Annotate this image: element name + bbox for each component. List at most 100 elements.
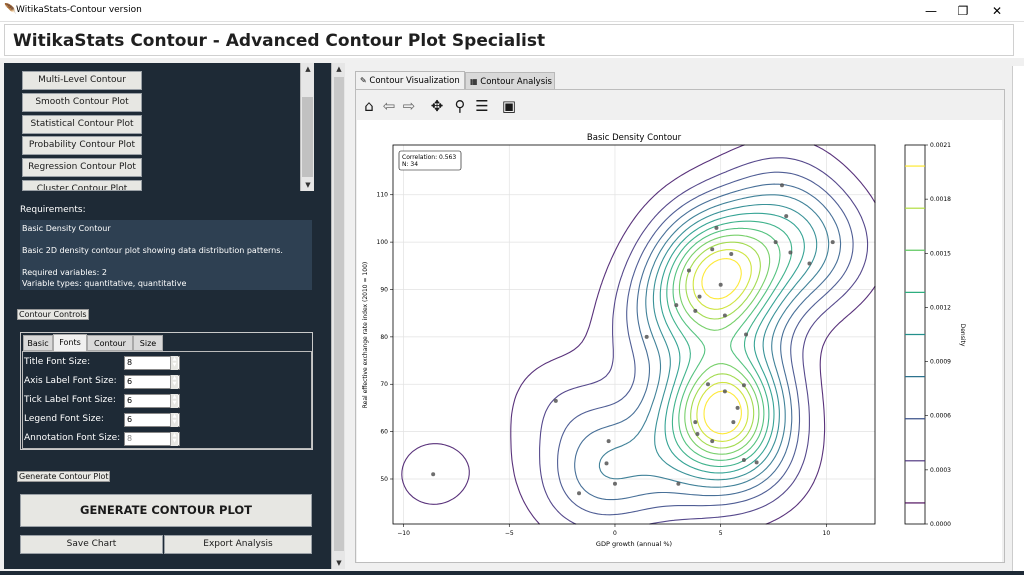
- minimize-button[interactable]: —: [916, 2, 946, 20]
- data-point: [830, 240, 835, 245]
- app-header: WitikaStats Contour - Advanced Contour P…: [4, 24, 1014, 56]
- data-point: [722, 389, 727, 394]
- scroll-thumb[interactable]: [334, 77, 344, 551]
- chart-title: Basic Density Contour: [587, 133, 682, 143]
- spin-arrows-icon[interactable]: ▲ ▼: [170, 413, 178, 427]
- y-tick-label: 90: [380, 286, 388, 293]
- tab-fonts[interactable]: Fonts: [53, 334, 87, 352]
- home-icon[interactable]: ⌂: [360, 97, 378, 115]
- requirement-var-types: Variable types: quantitative, quantitati…: [22, 279, 187, 288]
- data-point: [754, 460, 759, 465]
- back-icon[interactable]: ⇦: [380, 97, 398, 115]
- data-point: [744, 332, 749, 337]
- data-point: [714, 225, 719, 230]
- adjacent-window-edge: [1012, 66, 1024, 575]
- forward-icon[interactable]: ⇨: [400, 97, 418, 115]
- fonts-settings-frame: Title Font Size: 8 ▲ ▼ Axis Label Font Si…: [22, 351, 312, 449]
- data-point: [788, 250, 793, 255]
- pan-icon[interactable]: ✥: [428, 97, 446, 115]
- scroll-thumb[interactable]: [302, 97, 313, 177]
- data-point: [718, 282, 723, 287]
- scroll-up-icon[interactable]: ▲: [332, 63, 346, 75]
- data-point: [553, 398, 558, 403]
- colorbar: 0.0000 0.0003 0.0006 0.0009 0.0012 0.0015 0.00…: [904, 142, 951, 528]
- data-point: [710, 439, 715, 444]
- scroll-down-icon[interactable]: ▼: [301, 179, 315, 191]
- feather-app-icon: 🪶: [4, 4, 17, 15]
- save-icon[interactable]: ▣: [500, 97, 518, 115]
- data-point: [676, 481, 681, 486]
- analysis-tab-icon: ▦: [470, 77, 478, 86]
- plot-type-regression[interactable]: Regression Contour Plot: [22, 158, 142, 177]
- plot-frame: [392, 144, 876, 525]
- contour-chart: Basic Density Contour −10 −5 0 5 10 50 60 70 80 9…: [362, 133, 966, 548]
- data-point: [577, 491, 582, 496]
- data-point: [735, 405, 740, 410]
- data-points: [431, 183, 835, 496]
- data-point: [722, 313, 727, 318]
- y-tick-label: 110: [377, 192, 389, 199]
- colorbar-tick-label: 0.0006: [930, 413, 951, 420]
- data-point: [644, 334, 649, 339]
- font-setting-row: Title Font Size: 8 ▲ ▼: [24, 355, 310, 374]
- data-point: [604, 461, 609, 466]
- scroll-up-icon[interactable]: ▲: [301, 63, 315, 75]
- plot-type-probability[interactable]: Probability Contour Plot: [22, 136, 142, 155]
- contour-controls-notebook: Basic Fonts Contour Size Title Font Size…: [20, 332, 313, 450]
- grid-lines: [393, 145, 875, 524]
- scroll-down-icon[interactable]: ▼: [332, 557, 346, 569]
- save-chart-button[interactable]: Save Chart: [20, 535, 163, 554]
- plot-type-statistical[interactable]: Statistical Contour Plot: [22, 115, 142, 134]
- font-setting-row: Tick Label Font Size: 6 ▲ ▼: [24, 393, 310, 412]
- tab-label: Contour Visualization: [369, 76, 460, 86]
- tab-contour[interactable]: Contour: [87, 335, 133, 351]
- control-panel-scrollbar[interactable]: ▲ ▼: [331, 63, 345, 569]
- export-analysis-button[interactable]: Export Analysis: [164, 535, 312, 554]
- spin-arrows-icon[interactable]: ▲ ▼: [170, 394, 178, 408]
- tab-label: Contour Analysis: [480, 77, 552, 87]
- requirement-description: Basic 2D density contour plot showing da…: [22, 246, 283, 255]
- tab-contour-visualization[interactable]: ✎ Contour Visualization: [355, 71, 465, 91]
- spin-arrows-icon[interactable]: ▲ ▼: [170, 356, 178, 370]
- font-setting-row: Annotation Font Size: 8 ▲ ▼: [24, 431, 310, 450]
- data-point: [693, 420, 698, 425]
- data-point: [807, 261, 812, 266]
- tab-basic[interactable]: Basic: [23, 335, 53, 351]
- data-point: [741, 458, 746, 463]
- spin-arrows-icon[interactable]: ▲ ▼: [170, 432, 178, 446]
- maximize-button[interactable]: ❐: [948, 2, 978, 20]
- y-tick-label: 80: [380, 334, 388, 341]
- y-tick-label: 70: [380, 381, 388, 388]
- correlation-annotation: Correlation: 0.563: [402, 154, 456, 161]
- contour-level-5: [598, 194, 830, 488]
- plot-type-smooth[interactable]: Smooth Contour Plot: [22, 93, 142, 112]
- generate-contour-plot-button[interactable]: GENERATE CONTOUR PLOT: [20, 494, 312, 527]
- font-setting-label: Title Font Size:: [24, 357, 91, 367]
- x-tick-label: 0: [613, 530, 617, 537]
- data-point: [731, 420, 736, 425]
- plot-list-scrollbar[interactable]: ▲ ▼: [300, 63, 314, 191]
- close-button[interactable]: ✕: [982, 2, 1012, 20]
- plot-type-cluster[interactable]: Cluster Contour Plot: [22, 180, 142, 191]
- data-point: [674, 303, 679, 308]
- contour-lines: [401, 144, 876, 525]
- colorbar-tick-label: 0.0012: [930, 304, 951, 311]
- font-setting-row: Legend Font Size: 6 ▲ ▼: [24, 412, 310, 431]
- tab-contour-analysis[interactable]: ▦ Contour Analysis: [465, 72, 555, 90]
- data-point: [741, 383, 746, 388]
- colorbar-label: Density: [959, 324, 966, 347]
- data-point: [695, 431, 700, 436]
- font-setting-label: Tick Label Font Size:: [24, 395, 116, 405]
- taskbar-edge: [0, 571, 1024, 575]
- x-axis-label: GDP growth (annual %): [596, 540, 672, 548]
- configure-icon[interactable]: ☰: [473, 97, 491, 115]
- data-point: [693, 308, 698, 313]
- figure-canvas[interactable]: Basic Density Contour −10 −5 0 5 10 50 60 70 80 9…: [357, 120, 1002, 562]
- tab-size[interactable]: Size: [133, 335, 163, 351]
- data-point: [705, 382, 710, 387]
- font-setting-label: Annotation Font Size:: [24, 433, 121, 443]
- plot-type-multi-level[interactable]: Multi-Level Contour: [22, 71, 142, 90]
- contour-controls-label: Contour Controls: [17, 309, 89, 320]
- spin-arrows-icon[interactable]: ▲ ▼: [170, 375, 178, 389]
- zoom-icon[interactable]: ⚲: [451, 97, 469, 115]
